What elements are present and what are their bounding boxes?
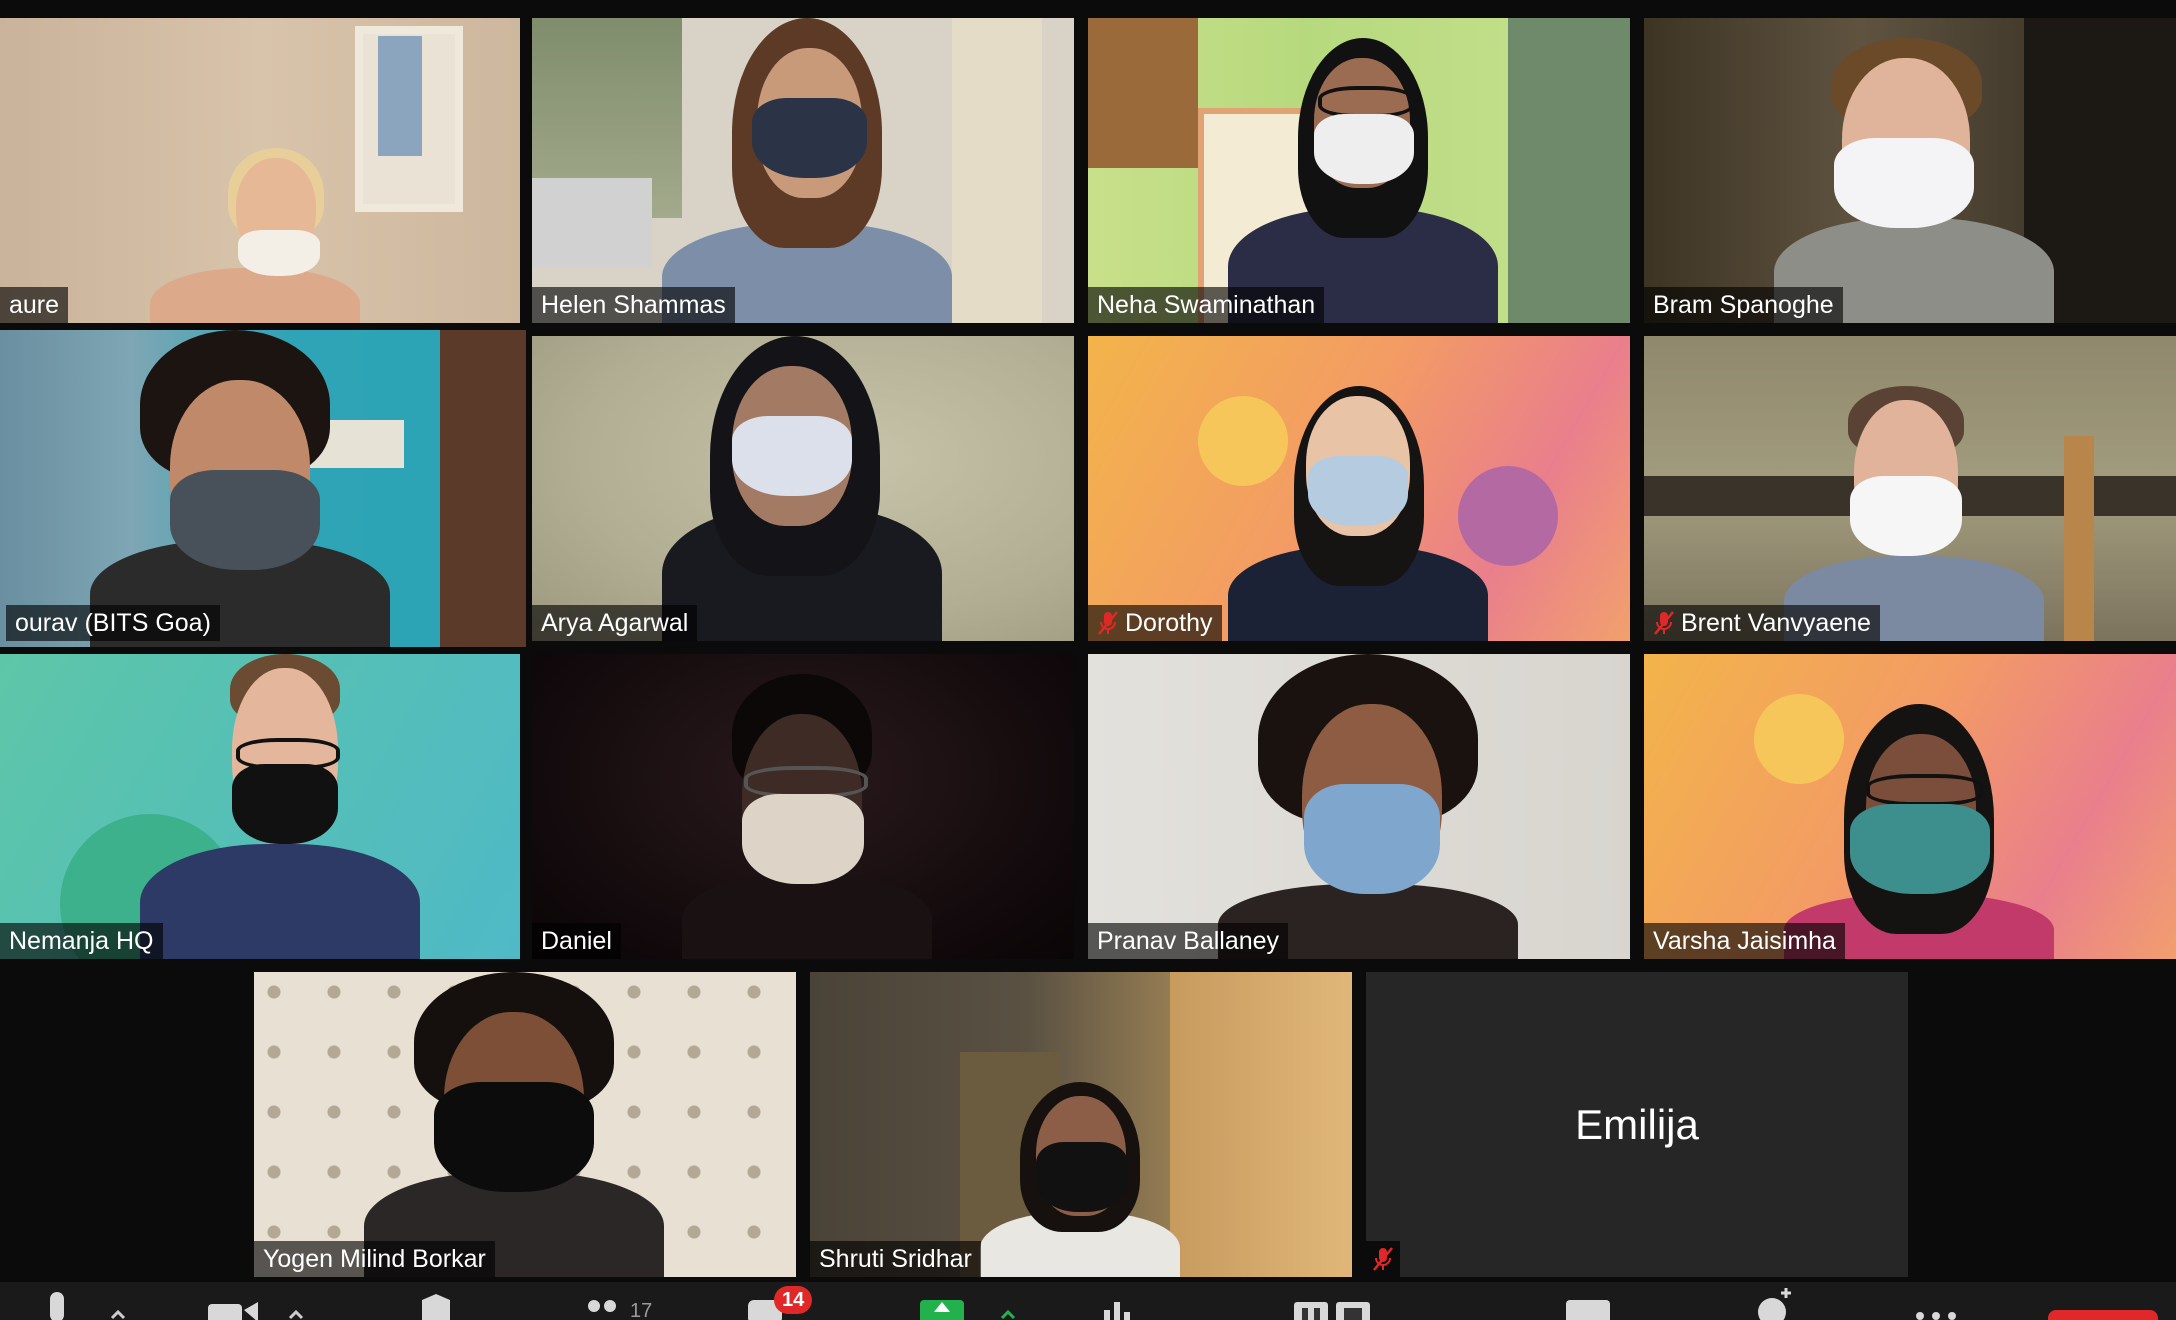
participant-name-label: [1366, 1241, 1400, 1277]
video-tile-varsha-jaisimha[interactable]: Varsha Jaisimha: [1644, 654, 2176, 959]
participant-name-label: Helen Shammas: [532, 287, 735, 323]
participant-name-label: Nemanja HQ: [0, 923, 163, 959]
decor-circle: [1458, 466, 1558, 566]
participant-name-label: Neha Swaminathan: [1088, 287, 1325, 323]
captions-icon[interactable]: [1564, 1282, 1612, 1320]
wardrobe: [1170, 972, 1352, 1277]
blinds: [952, 18, 1042, 323]
record-icon[interactable]: [1292, 1282, 1372, 1320]
participants-count: 17: [630, 1300, 653, 1320]
more-icon[interactable]: [1912, 1282, 1960, 1320]
chat-unread-badge: 14: [774, 1286, 813, 1314]
participant-name-label: Pranav Ballaney: [1088, 923, 1289, 959]
video-tile-aure[interactable]: aure: [0, 18, 520, 323]
video-tile-emilija[interactable]: Emilija: [1366, 972, 1908, 1277]
door: [440, 330, 526, 647]
participant-name-label: Dorothy: [1088, 605, 1222, 641]
share-screen-icon[interactable]: [918, 1282, 966, 1320]
video-tile-nemanja-hq[interactable]: Nemanja HQ: [0, 654, 520, 959]
decor-circle: [1754, 694, 1844, 784]
participant-name-label: Daniel: [532, 923, 621, 959]
video-tile-yogen-milind-borkar[interactable]: Yogen Milind Borkar: [254, 972, 796, 1277]
mic-muted-icon: [1097, 610, 1119, 636]
participant-name-label: Varsha Jaisimha: [1644, 923, 1845, 959]
wardrobe: [1508, 18, 1630, 323]
chevron-up-icon[interactable]: [998, 1282, 1018, 1320]
video-tile-helen-shammas[interactable]: Helen Shammas: [532, 18, 1074, 323]
participant-name-label: ourav (BITS Goa): [6, 605, 220, 641]
video-tile-arya-agarwal[interactable]: Arya Agarwal: [532, 336, 1074, 641]
video-tile-dorothy[interactable]: Dorothy: [1088, 336, 1630, 641]
participants-icon[interactable]: [582, 1282, 622, 1320]
reactions-icon[interactable]: [1752, 1282, 1796, 1320]
security-icon[interactable]: [416, 1282, 456, 1320]
video-tile-shruti-sridhar[interactable]: Shruti Sridhar: [810, 972, 1352, 1277]
participant-name-label: Bram Spanoghe: [1644, 287, 1843, 323]
participant-name-label: Arya Agarwal: [532, 605, 698, 641]
chevron-up-icon[interactable]: [286, 1282, 306, 1320]
video-tile-neha-swaminathan[interactable]: Neha Swaminathan: [1088, 18, 1630, 323]
bed-post: [2064, 436, 2094, 641]
video-tile-sourav-bits-goa[interactable]: ourav (BITS Goa): [0, 330, 526, 647]
video-tile-pranav-ballaney[interactable]: Pranav Ballaney: [1088, 654, 1630, 959]
video-tile-bram-spanoghe[interactable]: Bram Spanoghe: [1644, 18, 2176, 323]
mic-muted-icon: [1653, 610, 1675, 636]
video-tile-daniel[interactable]: Daniel: [532, 654, 1074, 959]
end-button[interactable]: [2048, 1282, 2158, 1320]
participant-name-label: aure: [0, 287, 69, 323]
participant-name-label: Brent Vanvyaene: [1644, 605, 1880, 641]
window-glass: [378, 36, 422, 156]
polls-icon[interactable]: [1098, 1282, 1138, 1320]
participant-name-placeholder: Emilija: [1575, 1100, 1699, 1148]
mic-icon[interactable]: [40, 1282, 74, 1320]
meeting-toolbar: 17 14: [0, 1282, 2176, 1320]
video-tile-brent-vanvyaene[interactable]: Brent Vanvyaene: [1644, 336, 2176, 641]
cupboard: [1088, 18, 1198, 168]
participant-name-label: Yogen Milind Borkar: [254, 1241, 495, 1277]
mic-muted-icon: [1372, 1246, 1394, 1272]
air-conditioner: [532, 178, 652, 268]
decor-circle: [1198, 396, 1288, 486]
chevron-up-icon[interactable]: [108, 1282, 128, 1320]
gallery-view: aure Helen Shammas Neha Swaminathan Bram…: [0, 0, 2176, 1280]
participant-name-label: Shruti Sridhar: [810, 1241, 981, 1277]
video-icon[interactable]: [206, 1282, 260, 1320]
